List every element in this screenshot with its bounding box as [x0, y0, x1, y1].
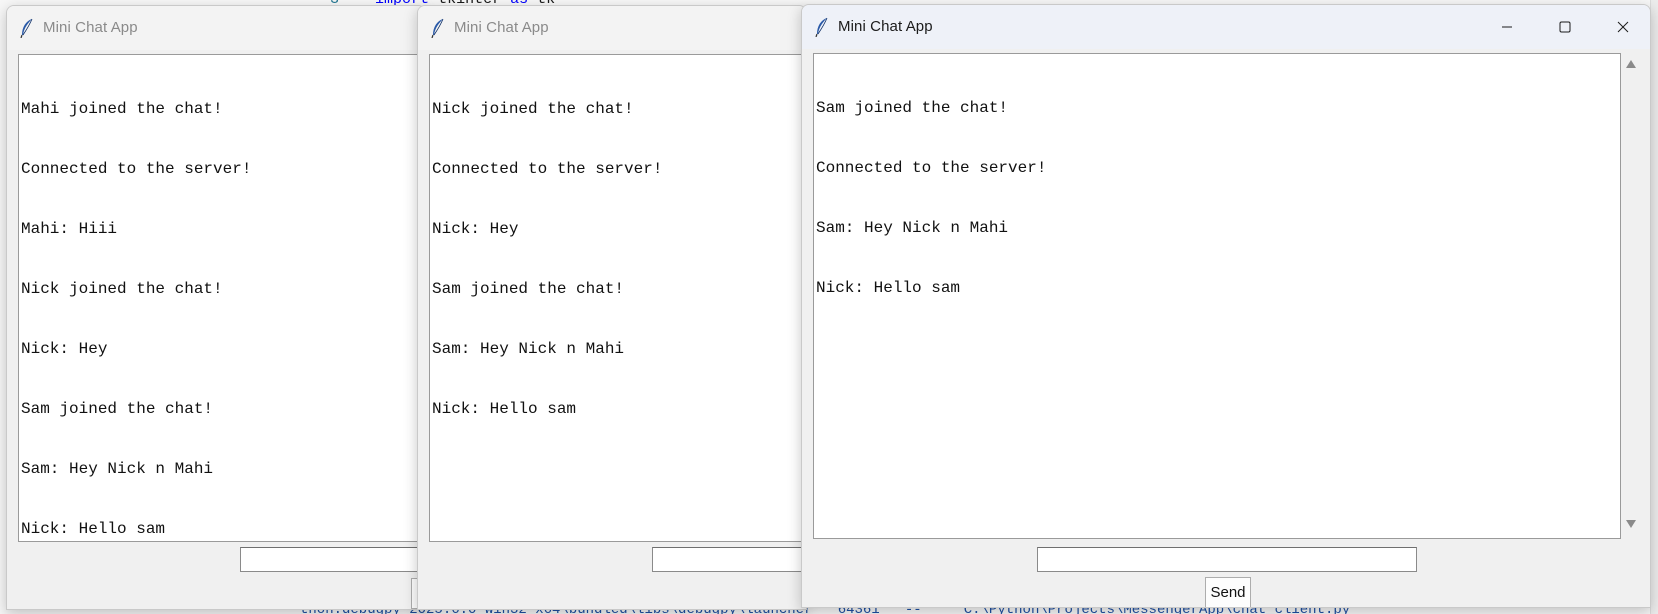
scroll-up-icon[interactable]: [1625, 59, 1637, 69]
close-icon: [1617, 21, 1629, 33]
chat-message: Sam joined the chat!: [21, 400, 214, 418]
chat-scrollbar[interactable]: [1622, 49, 1642, 537]
chat-message: Mahi joined the chat!: [21, 100, 223, 118]
message-input[interactable]: [1037, 547, 1417, 572]
chat-message: Nick joined the chat!: [432, 100, 634, 118]
chat-message: Nick: Hello sam: [21, 520, 166, 538]
chat-log[interactable]: Nick joined the chat! Connected to the s…: [429, 54, 806, 542]
chat-log[interactable]: Mahi joined the chat! Connected to the s…: [18, 54, 425, 542]
chat-message: Sam joined the chat!: [816, 99, 1009, 117]
window-title: Mini Chat App: [838, 18, 933, 35]
close-button[interactable]: [1594, 5, 1650, 49]
feather-icon: [815, 17, 828, 37]
maximize-icon: [1559, 21, 1571, 33]
message-input[interactable]: [652, 547, 806, 572]
minimize-icon: [1502, 26, 1512, 28]
chat-message: Nick: Hey: [432, 220, 519, 238]
window-title: Mini Chat App: [43, 19, 138, 36]
chat-message: Sam: Hey Nick n Mahi: [21, 460, 214, 478]
window-titlebar[interactable]: Mini Chat App: [7, 6, 425, 50]
minimize-button[interactable]: [1478, 5, 1536, 49]
chat-message: Sam: Hey Nick n Mahi: [816, 219, 1009, 237]
chat-message: Nick joined the chat!: [21, 280, 223, 298]
send-button[interactable]: Send: [1205, 577, 1251, 607]
feather-icon: [20, 18, 33, 38]
chat-message: Sam joined the chat!: [432, 280, 625, 298]
chat-message: Nick: Hello sam: [816, 279, 961, 297]
chat-window-mahi: Mini Chat App Mahi joined the chat! Conn…: [6, 5, 426, 610]
chat-window-nick: Mini Chat App Nick joined the chat! Conn…: [417, 5, 807, 610]
window-titlebar[interactable]: Mini Chat App: [802, 5, 1650, 49]
chat-message: Nick: Hello sam: [432, 400, 577, 418]
feather-icon: [431, 18, 444, 38]
chat-message: Connected to the server!: [21, 160, 252, 178]
chat-window-sam: Mini Chat App Sam joined the chat! Conne…: [801, 4, 1651, 608]
chat-message: Connected to the server!: [432, 160, 663, 178]
chat-log[interactable]: Sam joined the chat! Connected to the se…: [813, 53, 1621, 539]
maximize-button[interactable]: [1536, 5, 1594, 49]
chat-message: Connected to the server!: [816, 159, 1047, 177]
message-input[interactable]: [240, 547, 425, 572]
background-right-edge: [1650, 0, 1658, 614]
window-title: Mini Chat App: [454, 19, 549, 36]
chat-message: Sam: Hey Nick n Mahi: [432, 340, 625, 358]
window-titlebar[interactable]: Mini Chat App: [418, 6, 806, 50]
chat-message: Mahi: Hiii: [21, 220, 118, 238]
scroll-down-icon[interactable]: [1625, 519, 1637, 529]
chat-message: Nick: Hey: [21, 340, 108, 358]
